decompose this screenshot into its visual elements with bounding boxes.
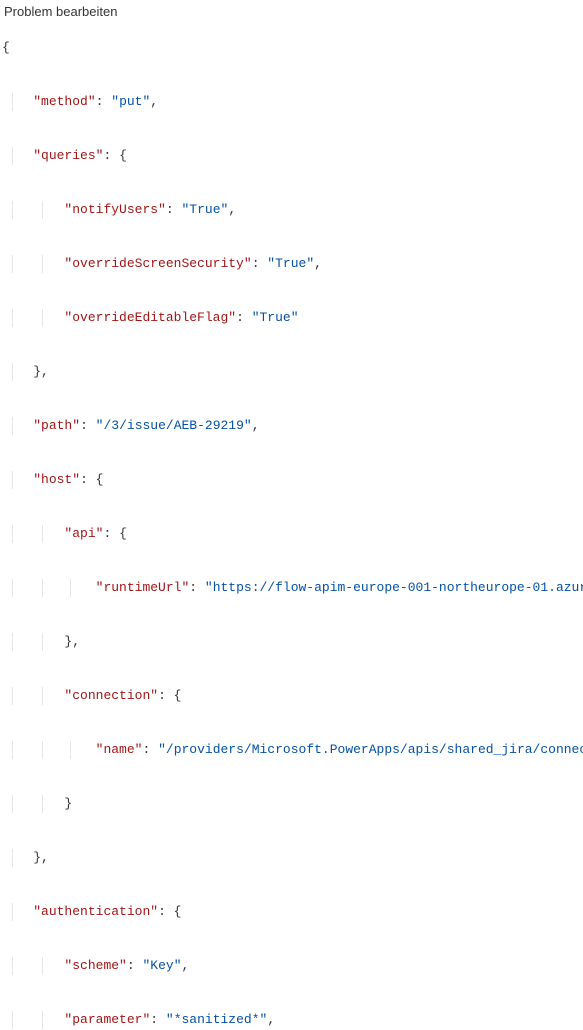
- json-val-notifyusers: "True": [181, 202, 228, 217]
- json-key-scheme: "scheme": [64, 958, 126, 973]
- json-val-path: "/3/issue/AEB-29219": [96, 418, 252, 433]
- json-val-runtimeurl: "https://flow-apim-europe-001-northeurop…: [205, 580, 583, 595]
- brace-close: }: [33, 364, 41, 379]
- json-val-method: "put": [111, 94, 150, 109]
- json-key-api: "api": [64, 526, 103, 541]
- json-code-block: { "method": "put", "queries": { "notifyU…: [0, 21, 583, 1030]
- json-key-connection: "connection": [64, 688, 158, 703]
- json-val-scheme: "Key": [142, 958, 181, 973]
- json-key-overridescreensecurity: "overrideScreenSecurity": [64, 256, 251, 271]
- json-key-parameter: "parameter": [64, 1012, 150, 1027]
- json-val-connection-name: "/providers/Microsoft.PowerApps/apis/sha…: [158, 742, 583, 757]
- json-key-method: "method": [33, 94, 95, 109]
- json-val-overrideeditableflag: "True": [252, 310, 299, 325]
- json-key-queries: "queries": [33, 148, 103, 163]
- json-key-notifyusers: "notifyUsers": [64, 202, 165, 217]
- json-key-authentication: "authentication": [33, 904, 158, 919]
- json-key-path: "path": [33, 418, 80, 433]
- json-val-parameter: "*sanitized*": [166, 1012, 267, 1027]
- json-val-overridescreensecurity: "True": [267, 256, 314, 271]
- json-key-runtimeurl: "runtimeUrl": [96, 580, 190, 595]
- json-key-host: "host": [33, 472, 80, 487]
- json-key-overrideeditableflag: "overrideEditableFlag": [64, 310, 236, 325]
- panel-title: Problem bearbeiten: [0, 0, 583, 21]
- brace-open: {: [2, 40, 10, 55]
- json-key-connection-name: "name": [96, 742, 143, 757]
